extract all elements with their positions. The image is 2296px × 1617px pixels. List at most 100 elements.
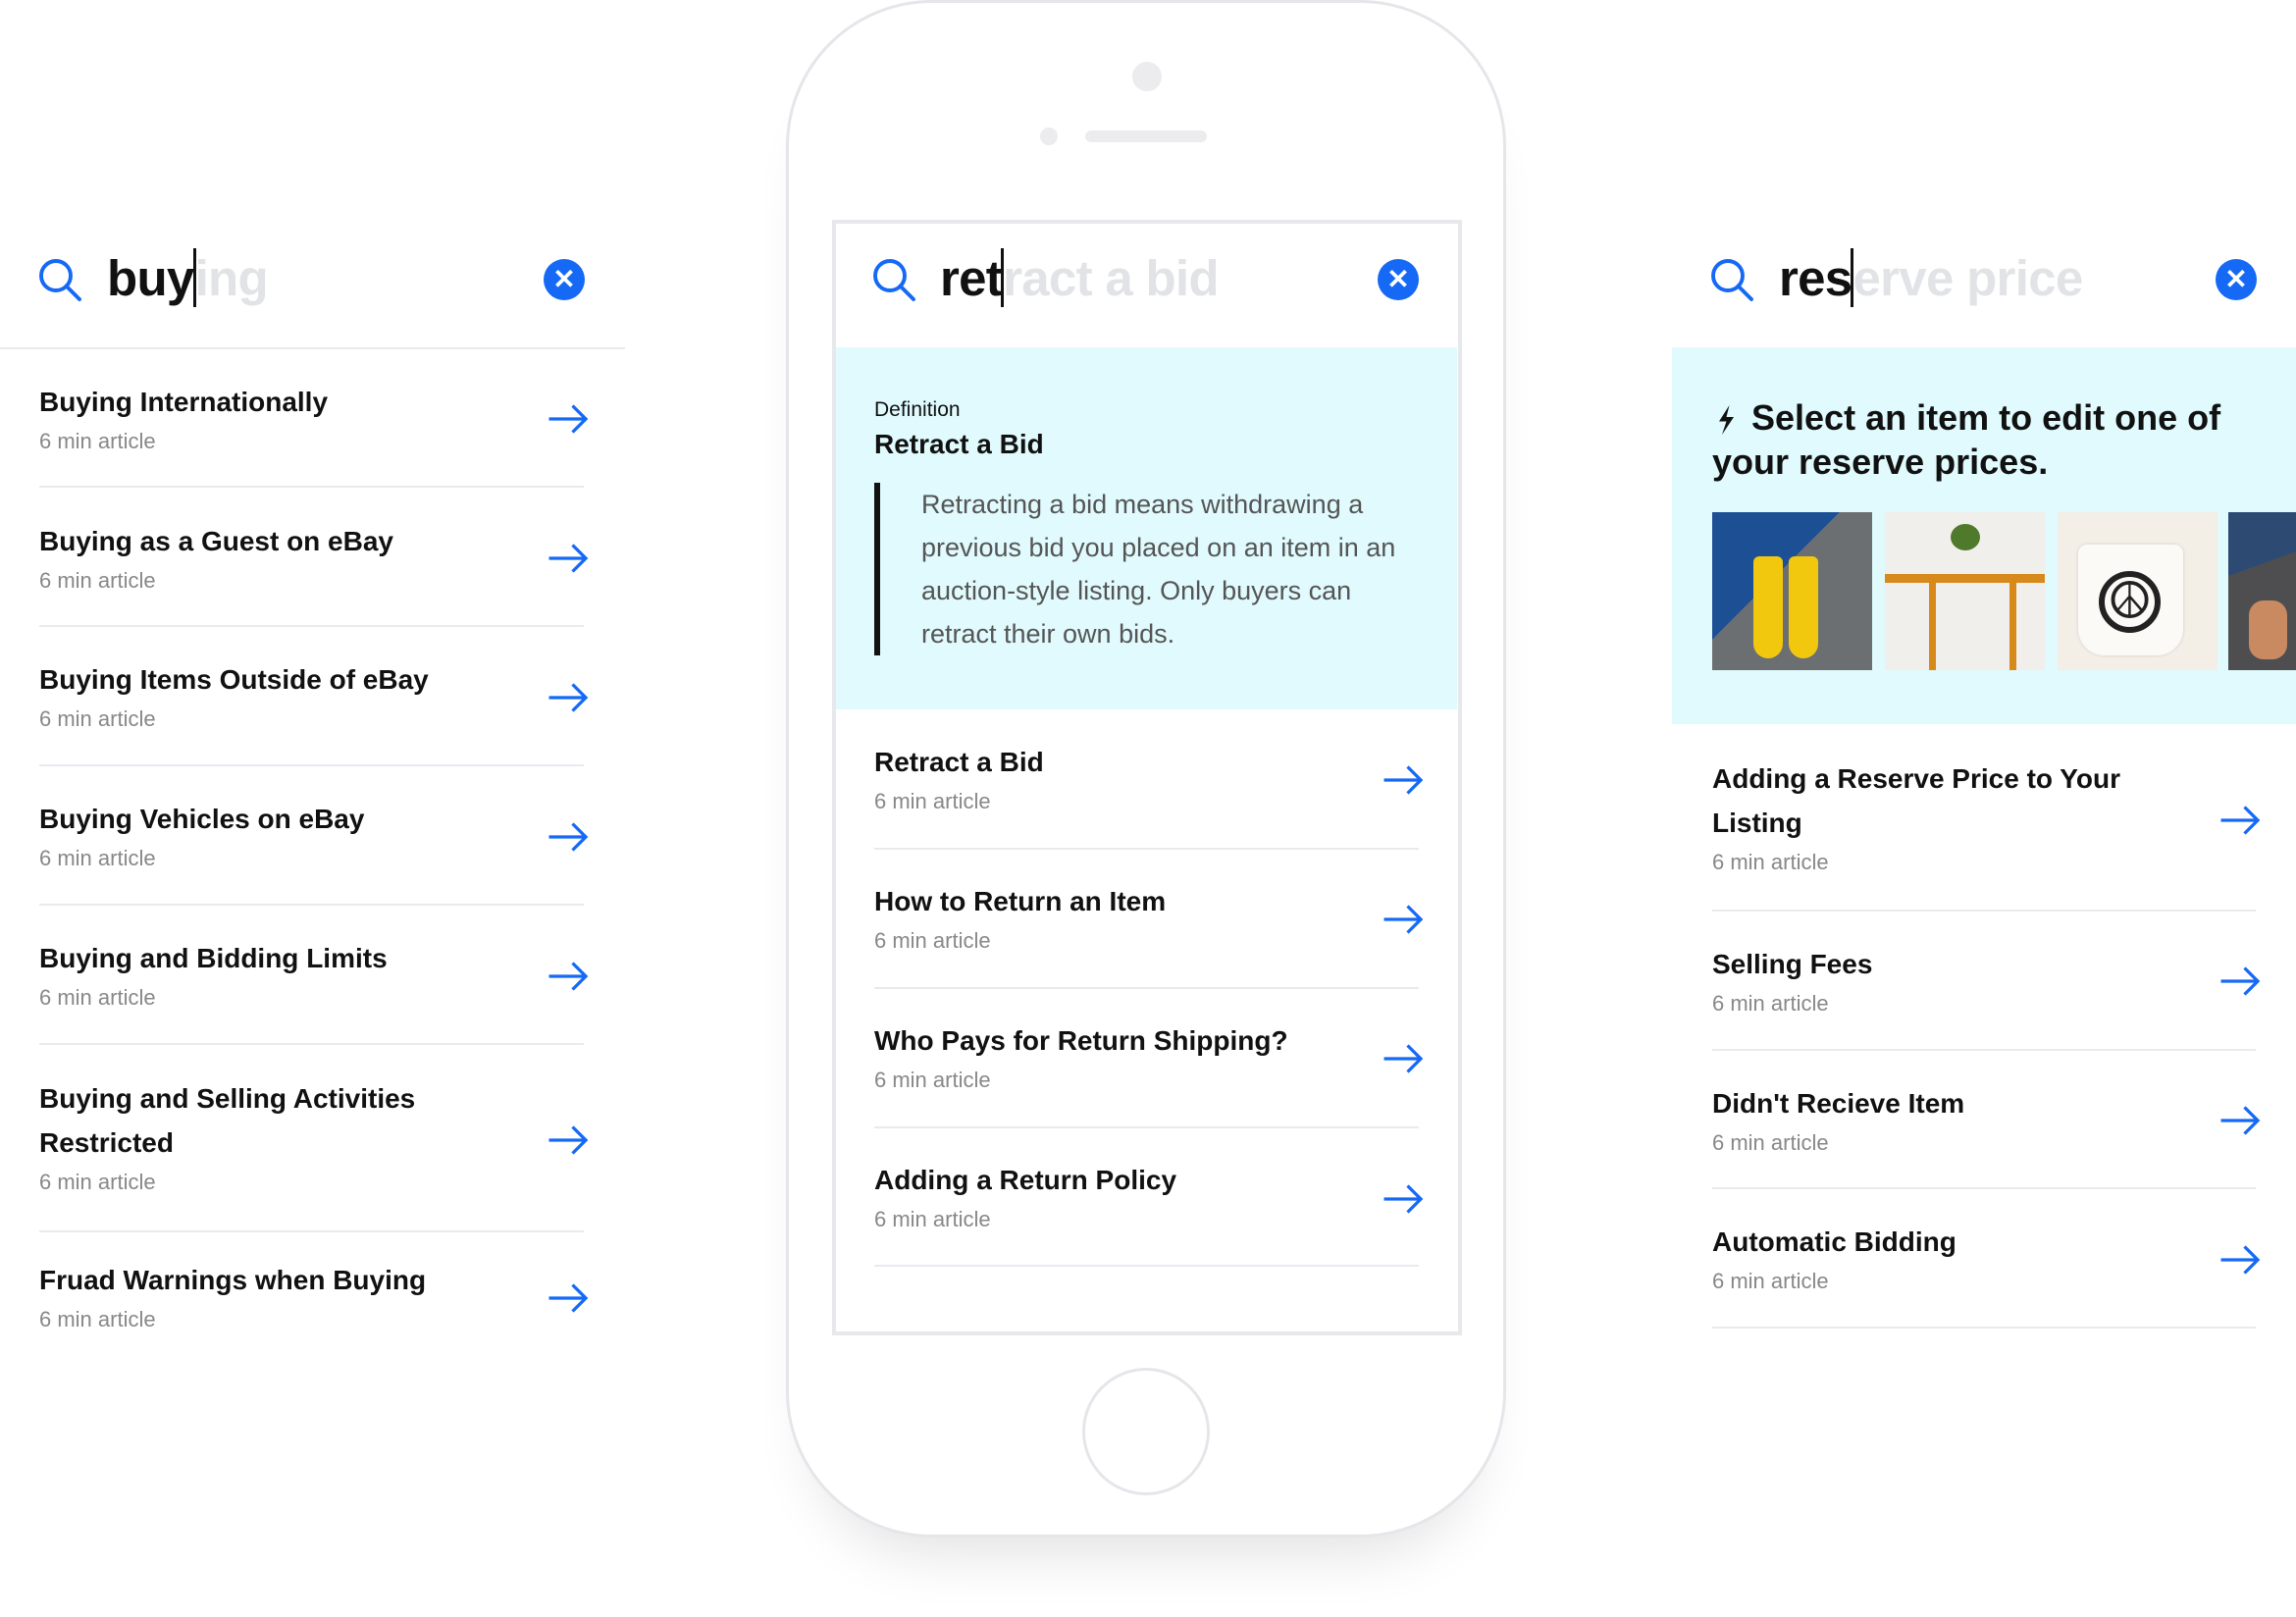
reserve-prompt: Select an item to edit one of your reser… [1712,397,2221,482]
result-item[interactable]: Buying Items Outside of eBay 6 min articl… [39,657,481,734]
item-image-sandals[interactable] [2228,512,2296,670]
search-icon[interactable] [1710,258,1754,302]
search-input[interactable]: buying [107,246,269,311]
result-item[interactable]: Who Pays for Return Shipping? 6 min artic… [874,1018,1355,1095]
result-title: Fruad Warnings when Buying [39,1265,427,1295]
result-item[interactable]: Buying and Bidding Limits 6 min article [39,936,481,1013]
definition-term: Retract a Bid [874,429,1044,459]
clear-search-button[interactable]: ✕ [2216,259,2257,300]
foot-shape [2249,600,2287,659]
result-title: Adding a Return Policy [874,1165,1177,1195]
result-item[interactable]: How to Return an Item 6 min article [874,879,1355,956]
arrow-right-icon[interactable] [548,1125,589,1155]
phone-home-button[interactable] [1082,1368,1210,1495]
clear-search-button[interactable]: ✕ [1378,259,1419,300]
search-input[interactable]: retract a bid [940,246,1220,311]
arrow-right-icon[interactable] [1383,905,1424,934]
boot-shape [1753,556,1783,658]
boot-shape [1789,556,1818,658]
arrow-right-icon[interactable] [1383,765,1424,795]
divider [1712,1327,2256,1329]
divider [39,1043,584,1045]
result-title: Buying Internationally [39,387,329,417]
phone-speaker [1085,130,1207,142]
arrow-right-icon[interactable] [2219,806,2261,835]
result-item[interactable]: Selling Fees 6 min article [1712,942,2154,1018]
result-meta: 6 min article [1712,1269,1829,1293]
definition-text: Retracting a bid means withdrawing a pre… [921,490,1396,649]
item-image-mug[interactable]: ☮ [2058,512,2218,670]
peace-sign-icon: ☮ [2099,571,2161,633]
result-item[interactable]: Buying Vehicles on eBay 6 min article [39,797,481,873]
divider [39,764,584,766]
result-title: Who Pays for Return Shipping? [874,1025,1288,1056]
arrow-right-icon[interactable] [548,962,589,991]
search-typed-text: buy [107,250,194,306]
clear-search-button[interactable]: ✕ [544,259,585,300]
result-title: Selling Fees [1712,949,1873,979]
divider [874,1126,1419,1128]
table-leg-shape [2009,583,2016,670]
arrow-right-icon[interactable] [1383,1184,1424,1214]
result-title: Buying as a Guest on eBay [39,526,393,556]
result-item[interactable]: Buying Internationally 6 min article [39,380,481,456]
result-title: Automatic Bidding [1712,1226,1957,1257]
result-title: Buying Items Outside of eBay [39,664,429,695]
result-title: Retract a Bid [874,747,1044,777]
result-item[interactable]: Didn't Recieve Item 6 min article [1712,1081,2154,1158]
arrow-right-icon[interactable] [1383,1044,1424,1073]
search-suggestion: ing [194,250,269,306]
result-title: Buying Vehicles on eBay [39,804,365,834]
result-item[interactable]: Adding a Reserve Price to Your Listing 6 … [1712,756,2154,877]
result-title: Buying and Selling Activities Restricted [39,1083,416,1158]
search-icon[interactable] [872,258,916,302]
result-meta: 6 min article [39,1307,156,1331]
result-meta: 6 min article [874,789,991,813]
divider [874,1265,1419,1267]
result-meta: 6 min article [39,1170,156,1194]
divider [1712,910,2256,912]
arrow-right-icon[interactable] [548,822,589,852]
result-item[interactable]: Buying and Selling Activities Restricted… [39,1076,481,1197]
result-meta: 6 min article [39,706,156,731]
close-icon: ✕ [2224,264,2248,294]
arrow-right-icon[interactable] [2219,1245,2261,1275]
search-input[interactable]: reserve price [1779,246,2083,311]
divider [39,486,584,488]
arrow-right-icon[interactable] [2219,966,2261,996]
divider [874,848,1419,850]
result-title: Adding a Reserve Price to Your Listing [1712,763,2120,838]
arrow-right-icon[interactable] [2219,1106,2261,1135]
result-meta: 6 min article [1712,1130,1829,1155]
table-top-shape [1885,574,2045,583]
stage: buying ✕ Buying Internationally 6 min art… [0,0,2296,1617]
result-meta: 6 min article [874,1207,991,1231]
result-item[interactable]: Retract a Bid 6 min article [874,740,1355,816]
result-item[interactable]: Fruad Warnings when Buying 6 min article [39,1258,481,1334]
arrow-right-icon[interactable] [548,683,589,712]
divider [0,347,625,349]
result-title: How to Return an Item [874,886,1167,916]
quote-bar [874,483,880,655]
result-item[interactable]: Automatic Bidding 6 min article [1712,1220,2154,1296]
plant-shape [1951,524,1980,550]
divider [1712,1187,2256,1189]
result-item[interactable]: Buying as a Guest on eBay 6 min article [39,519,481,596]
arrow-right-icon[interactable] [548,1283,589,1313]
result-meta: 6 min article [39,985,156,1010]
result-meta: 6 min article [1712,850,1829,874]
result-item[interactable]: Adding a Return Policy 6 min article [874,1158,1355,1234]
item-image-table[interactable] [1885,512,2045,670]
result-meta: 6 min article [39,846,156,870]
result-title: Didn't Recieve Item [1712,1088,1965,1119]
result-meta: 6 min article [39,568,156,593]
arrow-right-icon[interactable] [548,404,589,434]
table-leg-shape [1929,583,1936,670]
phone-camera [1132,62,1162,91]
item-image-rain-boots[interactable] [1712,512,1872,670]
result-meta: 6 min article [39,429,156,453]
search-icon[interactable] [38,258,82,302]
arrow-right-icon[interactable] [548,544,589,573]
divider [39,904,584,906]
divider [874,987,1419,989]
